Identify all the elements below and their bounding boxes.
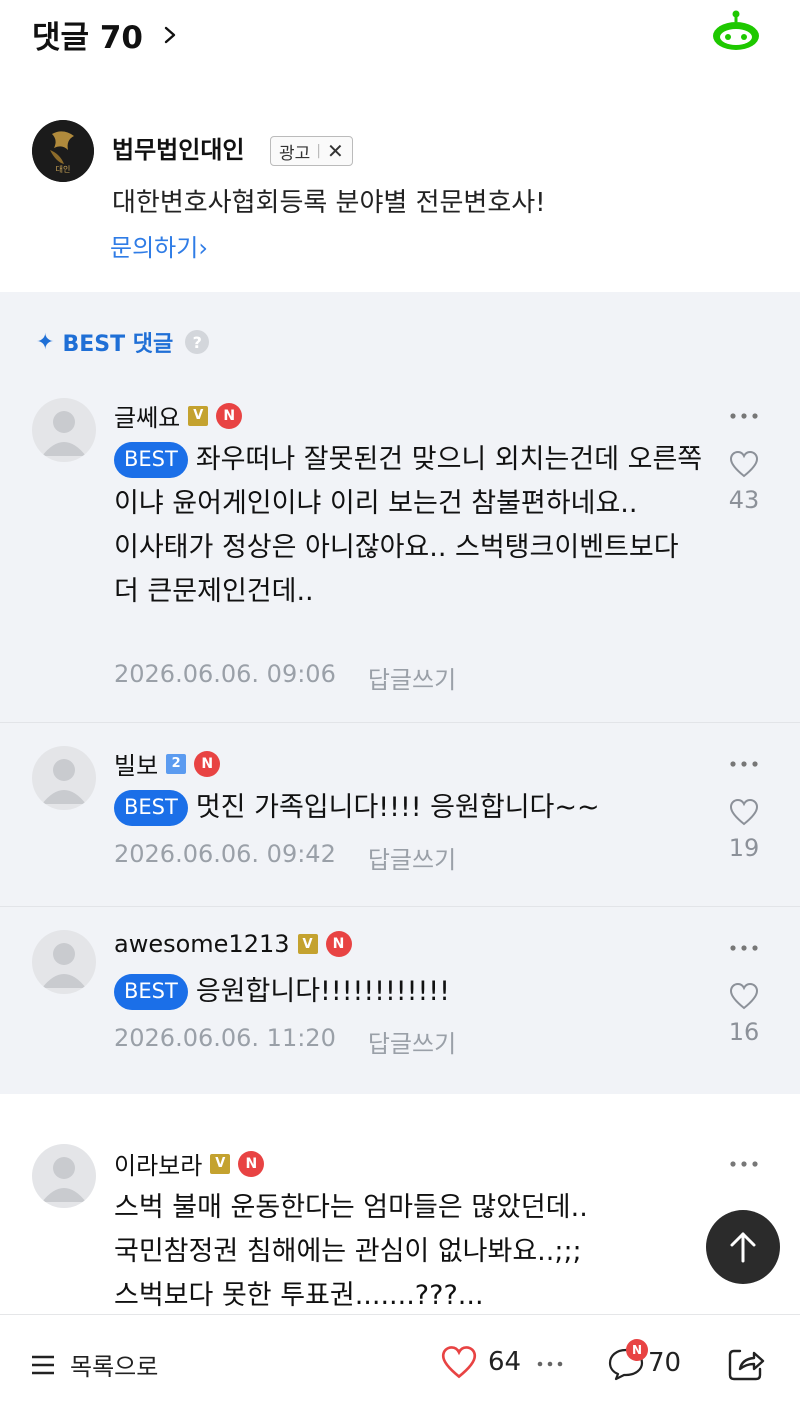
- comment-item: 빌보 2 N BEST 멋진 가족입니다!!!! 응원합니다~~ 2026.06.…: [0, 722, 800, 906]
- avatar[interactable]: [32, 930, 96, 994]
- best-badge: BEST: [114, 790, 188, 826]
- scroll-to-top-button[interactable]: [706, 1210, 780, 1284]
- comment-count: 70: [648, 1348, 682, 1378]
- comment-author[interactable]: 빌보 2 N: [114, 746, 221, 781]
- like-count: 16: [728, 1018, 760, 1046]
- best-comments-label: BEST 댓글: [62, 332, 174, 357]
- ad-cta-label: 문의하기: [110, 234, 199, 262]
- ad-inquiry-link[interactable]: 문의하기›: [110, 228, 208, 263]
- reactions-more-icon[interactable]: [537, 1361, 563, 1367]
- comment-item: 이라보라 V N 스벅 불매 운동한다는 엄마들은 많았던데.. 국민참정권 침…: [0, 1094, 800, 1314]
- new-badge: N: [216, 402, 243, 429]
- best-badge: BEST: [114, 974, 188, 1010]
- comment-datetime: 2026.06.06. 09:06: [114, 660, 336, 688]
- comments-list: 이라보라 V N 스벅 불매 운동한다는 엄마들은 많았던데.. 국민참정권 침…: [0, 1094, 800, 1314]
- nickname: 이라보라: [114, 1152, 203, 1180]
- more-options-icon[interactable]: [729, 760, 759, 768]
- more-options-icon[interactable]: [729, 944, 759, 952]
- best-badge: BEST: [114, 442, 188, 478]
- default-profile-icon: [42, 759, 86, 804]
- comments-header: 댓글 70: [0, 0, 800, 64]
- comment-body: BEST 멋진 가족입니다!!!! 응원합니다~~: [114, 786, 704, 830]
- ad-badge[interactable]: 광고 | ✕: [270, 136, 353, 166]
- new-badge: N: [626, 1339, 648, 1361]
- arrow-up-icon: [730, 1232, 756, 1263]
- chevron-right-icon: ›: [198, 234, 208, 262]
- menu-icon: [32, 1355, 54, 1374]
- comment-body: BEST 응원합니다!!!!!!!!!!!!: [114, 970, 704, 1014]
- reply-button[interactable]: 답글쓰기: [368, 660, 456, 695]
- comments-title[interactable]: 댓글 70: [32, 12, 179, 57]
- back-to-list-button[interactable]: 목록으로: [30, 1347, 158, 1382]
- reply-button[interactable]: 답글쓰기: [368, 840, 456, 875]
- comment-meta: 2026.06.06. 09:42 답글쓰기: [114, 840, 456, 875]
- avatar[interactable]: [32, 1144, 96, 1208]
- heart-icon: [441, 1346, 477, 1379]
- chevron-right-icon: [164, 26, 176, 43]
- like-count: 19: [728, 834, 760, 862]
- best-comments-header: ✦ BEST 댓글 ?: [36, 326, 210, 358]
- article-like-button[interactable]: 64: [440, 1345, 521, 1379]
- comment-count-button[interactable]: N 70: [606, 1339, 682, 1381]
- share-icon[interactable]: [726, 1345, 766, 1383]
- default-profile-icon: [42, 943, 86, 988]
- comment-text: 멋진 가족입니다!!!! 응원합니다~~: [195, 792, 600, 823]
- ad-label: 광고: [279, 143, 311, 164]
- comment-datetime: 2026.06.06. 11:20: [114, 1024, 336, 1052]
- heart-icon: [729, 798, 759, 826]
- level-badge: V: [210, 1153, 231, 1174]
- heart-icon: [729, 982, 759, 1010]
- chatbot-icon[interactable]: [712, 10, 760, 50]
- avatar[interactable]: [32, 398, 96, 462]
- level-badge: V: [297, 934, 318, 954]
- avatar[interactable]: [32, 746, 96, 810]
- comment-text: 스벅 불매 운동한다는 엄마들은 많았던데.. 국민참정권 침해에는 관심이 없…: [114, 1192, 588, 1311]
- help-icon[interactable]: ?: [185, 330, 210, 354]
- more-options-icon[interactable]: [729, 412, 759, 420]
- comment-meta: 2026.06.06. 09:06 답글쓰기: [114, 660, 456, 695]
- back-to-list-label: 목록으로: [70, 1353, 159, 1381]
- ad-badge-divider: |: [316, 143, 321, 159]
- default-profile-icon: [42, 1157, 86, 1202]
- like-button[interactable]: 16: [720, 982, 768, 1046]
- comment-datetime: 2026.06.06. 09:42: [114, 840, 336, 868]
- ad-description[interactable]: 대한변호사협회등록 분야별 전문변호사!: [112, 182, 546, 219]
- like-count: 43: [728, 486, 760, 514]
- heart-icon: [729, 450, 759, 478]
- new-badge: N: [325, 931, 352, 957]
- level-badge: 2: [166, 753, 187, 774]
- comment-body: BEST 좌우떠나 잘못된건 맞으니 외치는건데 오른쪽이냐 윤어게인이냐 이리 …: [114, 438, 704, 614]
- svg-text:대인: 대인: [56, 164, 71, 174]
- nickname: 빌보: [114, 752, 159, 780]
- advertiser-name[interactable]: 법무법인대인: [112, 130, 244, 165]
- comment-meta: 2026.06.06. 11:20 답글쓰기: [114, 1024, 456, 1059]
- comment-item: awesome1213 V N BEST 응원합니다!!!!!!!!!!!! 20…: [0, 906, 800, 1094]
- advertiser-logo: 대인: [32, 120, 94, 182]
- bottom-action-bar: 목록으로 64 N 70: [0, 1314, 800, 1401]
- comment-item: 글쎄요 V N BEST 좌우떠나 잘못된건 맞으니 외치는건데 오른쪽이냐 윤어…: [0, 386, 800, 722]
- like-button[interactable]: 43: [720, 450, 768, 514]
- comment-text: 좌우떠나 잘못된건 맞으니 외치는건데 오른쪽이냐 윤어게인이냐 이리 보는건 …: [114, 444, 703, 607]
- comment-author[interactable]: 이라보라 V N: [114, 1146, 265, 1181]
- comment-author[interactable]: 글쎄요 V N: [114, 398, 243, 433]
- comments-title-label: 댓글 70: [32, 20, 143, 56]
- comment-text: 응원합니다!!!!!!!!!!!!: [195, 976, 450, 1007]
- best-comments-section: ✦ BEST 댓글 ? 글쎄요 V N BEST 좌우떠나 잘못된건 맞으니 외치…: [0, 292, 800, 1094]
- law-firm-logo-icon: 대인: [32, 120, 94, 182]
- nickname: 글쎄요: [114, 404, 181, 432]
- like-button[interactable]: 19: [720, 798, 768, 862]
- default-profile-icon: [42, 411, 86, 456]
- level-badge: V: [188, 405, 209, 426]
- nickname: awesome1213: [114, 930, 290, 958]
- comment-author[interactable]: awesome1213 V N: [114, 930, 352, 958]
- more-options-icon[interactable]: [729, 1160, 759, 1168]
- reply-button[interactable]: 답글쓰기: [368, 1024, 456, 1059]
- sparkle-icon: ✦: [36, 329, 55, 355]
- close-icon[interactable]: ✕: [327, 139, 344, 163]
- new-badge: N: [194, 750, 221, 777]
- new-badge: N: [238, 1150, 265, 1177]
- ad-banner[interactable]: 대인 법무법인대인 광고 | ✕ 대한변호사협회등록 분야별 전문변호사! 문의…: [0, 100, 800, 290]
- article-like-count: 64: [488, 1347, 522, 1377]
